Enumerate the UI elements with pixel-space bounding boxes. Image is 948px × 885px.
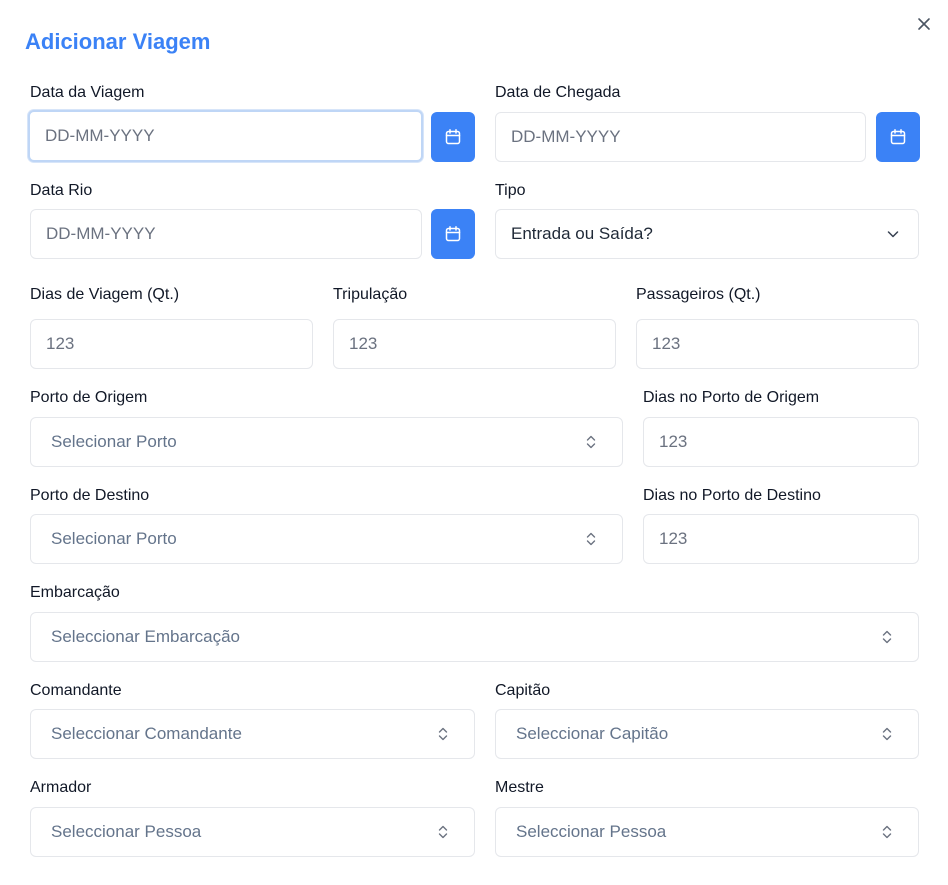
- dias-porto-origem-input[interactable]: 123: [643, 417, 919, 467]
- porto-origem-placeholder: Selecionar Porto: [51, 432, 177, 451]
- dias-porto-origem-label: Dias no Porto de Origem: [643, 389, 820, 406]
- armador-select[interactable]: Seleccionar Pessoa: [30, 807, 475, 857]
- porto-destino-placeholder: Selecionar Porto: [51, 529, 177, 548]
- tipo-value: Entrada ou Saída?: [511, 224, 653, 243]
- comandante-label: Comandante: [30, 682, 122, 699]
- tipo-select[interactable]: Entrada ou Saída?: [495, 209, 919, 259]
- capitao-label: Capitão: [495, 682, 551, 699]
- mestre-label: Mestre: [495, 779, 544, 796]
- porto-origem-select[interactable]: Selecionar Porto: [30, 417, 623, 467]
- porto-destino-select[interactable]: Selecionar Porto: [30, 514, 623, 564]
- dias-viagem-label: Dias de Viagem (Qt.): [30, 286, 180, 303]
- data-rio-calendar-button[interactable]: [431, 209, 475, 259]
- data-chegada-label: Data de Chegada: [495, 84, 621, 101]
- dias-porto-origem-placeholder: 123: [659, 432, 688, 451]
- chevron-up-down-icon: [434, 823, 452, 841]
- data-chegada-placeholder: DD-MM-YYYY: [511, 127, 621, 146]
- tripulacao-label: Tripulação: [333, 286, 408, 303]
- calendar-icon: [890, 129, 906, 145]
- data-chegada-calendar-button[interactable]: [876, 112, 920, 162]
- chevron-up-down-icon: [434, 725, 452, 743]
- chevron-up-down-icon: [878, 725, 896, 743]
- chevron-up-down-icon: [582, 433, 600, 451]
- chevron-up-down-icon: [582, 530, 600, 548]
- data-viagem-calendar-button[interactable]: [431, 112, 475, 162]
- chevron-up-down-icon: [878, 823, 896, 841]
- dias-viagem-input[interactable]: 123: [30, 319, 313, 369]
- embarcacao-placeholder: Seleccionar Embarcação: [51, 627, 240, 646]
- data-viagem-placeholder: DD-MM-YYYY: [45, 126, 155, 145]
- data-rio-label: Data Rio: [30, 182, 93, 199]
- calendar-icon: [445, 226, 461, 242]
- capitao-select[interactable]: Seleccionar Capitão: [495, 709, 919, 759]
- comandante-select[interactable]: Seleccionar Comandante: [30, 709, 475, 759]
- chevron-up-down-icon: [878, 628, 896, 646]
- data-viagem-label: Data da Viagem: [30, 84, 145, 101]
- calendar-icon: [445, 129, 461, 145]
- data-rio-placeholder: DD-MM-YYYY: [46, 224, 156, 243]
- passageiros-label: Passageiros (Qt.): [636, 286, 761, 303]
- dialog-title: Adicionar Viagem: [25, 29, 211, 54]
- dias-porto-destino-placeholder: 123: [659, 529, 688, 548]
- porto-destino-label: Porto de Destino: [30, 487, 150, 504]
- passageiros-placeholder: 123: [652, 334, 681, 353]
- embarcacao-label: Embarcação: [30, 584, 120, 601]
- armador-label: Armador: [30, 779, 92, 796]
- dias-porto-destino-label: Dias no Porto de Destino: [643, 487, 821, 504]
- passageiros-input[interactable]: 123: [636, 319, 919, 369]
- tripulacao-input[interactable]: 123: [333, 319, 616, 369]
- dias-porto-destino-input[interactable]: 123: [643, 514, 919, 564]
- chevron-down-icon: [884, 225, 902, 243]
- data-rio-input[interactable]: DD-MM-YYYY: [30, 209, 422, 259]
- data-viagem-input[interactable]: DD-MM-YYYY: [28, 110, 423, 162]
- mestre-placeholder: Seleccionar Pessoa: [516, 822, 667, 841]
- data-chegada-input[interactable]: DD-MM-YYYY: [495, 112, 866, 162]
- close-icon: [918, 18, 930, 30]
- tipo-label: Tipo: [495, 182, 526, 199]
- capitao-placeholder: Seleccionar Capitão: [516, 724, 669, 743]
- comandante-placeholder: Seleccionar Comandante: [51, 724, 242, 743]
- embarcacao-select[interactable]: Seleccionar Embarcação: [30, 612, 919, 662]
- mestre-select[interactable]: Seleccionar Pessoa: [495, 807, 919, 857]
- close-button[interactable]: [914, 14, 934, 34]
- armador-placeholder: Seleccionar Pessoa: [51, 822, 202, 841]
- tripulacao-placeholder: 123: [349, 334, 378, 353]
- dias-viagem-placeholder: 123: [46, 334, 75, 353]
- porto-origem-label: Porto de Origem: [30, 389, 148, 406]
